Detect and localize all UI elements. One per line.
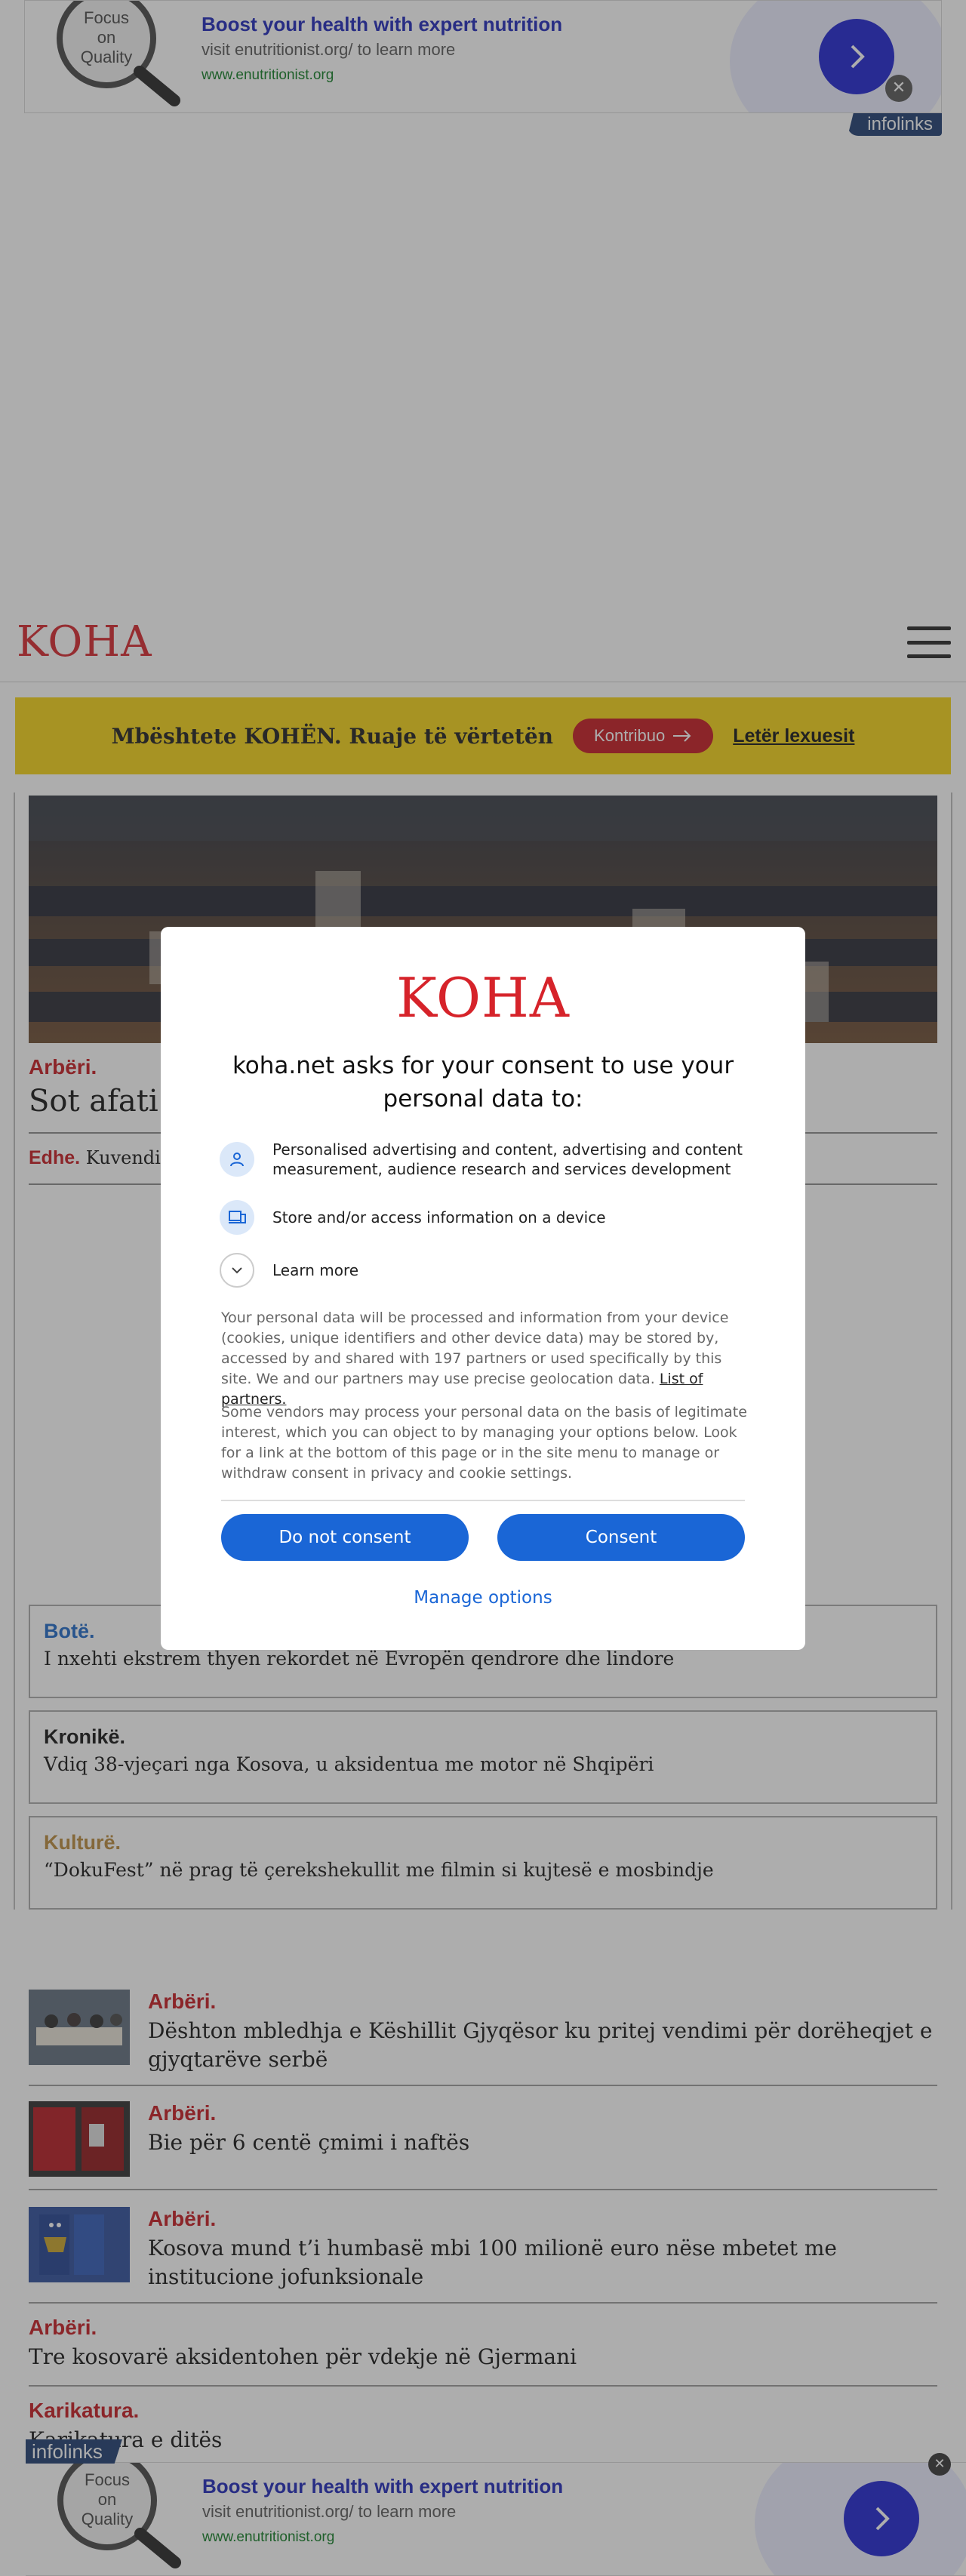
consent-logo: KOHA — [396, 966, 570, 1029]
user-icon — [220, 1142, 254, 1177]
consent-button[interactable]: Consent — [497, 1514, 745, 1561]
learn-more-label: Learn more — [272, 1261, 359, 1279]
chevron-down-icon — [220, 1253, 254, 1288]
manage-options-link[interactable]: Manage options — [161, 1588, 805, 1608]
do-not-consent-button[interactable]: Do not consent — [221, 1514, 469, 1561]
divider — [221, 1500, 745, 1501]
consent-paragraph-text: Your personal data will be processed and… — [221, 1310, 729, 1387]
purpose-text: Store and/or access information on a dev… — [272, 1208, 606, 1226]
consent-paragraph: Your personal data will be processed and… — [221, 1308, 749, 1410]
consent-paragraph-2: Some vendors may process your personal d… — [221, 1404, 747, 1482]
purpose-item: Personalised advertising and content, ad… — [220, 1140, 748, 1179]
consent-dialog: KOHA koha.net asks for your consent to u… — [161, 927, 805, 1650]
purpose-item: Store and/or access information on a dev… — [220, 1200, 748, 1235]
consent-title: koha.net asks for your consent to use yo… — [232, 1052, 734, 1113]
learn-more-toggle[interactable]: Learn more — [220, 1253, 748, 1288]
purpose-text: Personalised advertising and content, ad… — [272, 1140, 743, 1178]
device-icon — [220, 1200, 254, 1235]
